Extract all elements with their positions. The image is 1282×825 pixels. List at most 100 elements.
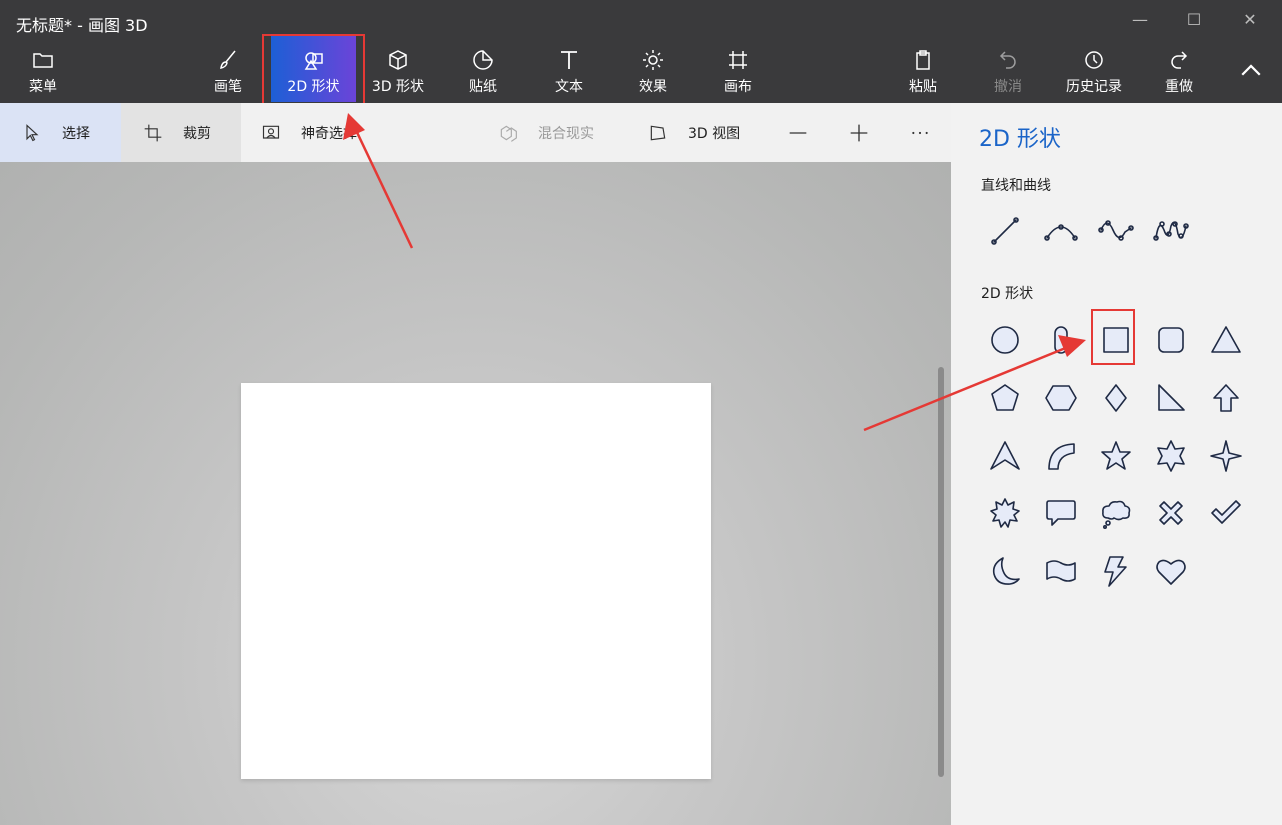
view-3d-button[interactable]: 3D 视图 [648,103,768,162]
close-icon[interactable]: ✕ [1238,10,1262,29]
tab-2d-shapes-label: 2D 形状 [287,79,340,95]
star-6-shape[interactable] [1149,434,1193,478]
magic-select-icon [262,125,280,139]
curve-shape[interactable] [1039,209,1083,253]
lines-section-title: 直线和曲线 [981,178,1051,194]
burst-shape[interactable] [983,491,1027,535]
wave-curve-shape[interactable] [1149,209,1193,253]
history-button[interactable]: 历史记录 [1058,36,1130,102]
clipboard-icon [916,50,930,70]
arrow-up-shape[interactable] [1204,376,1248,420]
zoom-in-button[interactable] [849,103,873,162]
rounded-square-shape[interactable] [1149,318,1193,362]
sticker-icon [473,50,493,70]
thought-bubble-icon [1102,500,1131,529]
heart-shape[interactable] [1149,549,1193,593]
star-5-shape[interactable] [1094,434,1138,478]
arrow-up-icon [1213,384,1239,412]
magic-select-label: 神奇选择 [301,125,357,142]
redo-icon [1171,51,1188,69]
more-options-button[interactable] [910,103,934,162]
s-curve-icon [1098,220,1134,241]
banner-shape[interactable] [1039,549,1083,593]
line-shape[interactable] [983,209,1027,253]
thought-bubble-shape[interactable] [1094,491,1138,535]
crop-label: 裁剪 [183,125,211,142]
pentagon-icon [991,384,1019,411]
right-triangle-icon [1158,384,1185,411]
check-mark-shape[interactable] [1204,491,1248,535]
triangle-icon [1211,326,1241,353]
secondary-toolbar: 选择 裁剪 神奇选择 混合现实 3D 视图 [0,103,951,162]
mixed-reality-button[interactable]: 混合现实 [498,103,618,162]
tab-canvas-label: 画布 [724,79,752,95]
tab-brushes-label: 画笔 [214,79,242,95]
six-point-star-icon [1157,440,1185,472]
select-tool[interactable]: 选择 [0,103,121,162]
text-icon [561,51,577,69]
cube-icon [389,50,407,70]
undo-button[interactable]: 撤消 [977,36,1039,102]
arc-icon [1048,443,1075,470]
x-mark-shape[interactable] [1149,491,1193,535]
drawing-canvas[interactable] [241,383,711,779]
collapse-ribbon-button[interactable] [1236,56,1266,86]
diamond-shape[interactable] [1094,376,1138,420]
rounded-square-icon [1158,327,1184,353]
hexagon-shape[interactable] [1039,376,1083,420]
tab-canvas[interactable]: 画布 [707,36,769,102]
wave-curve-icon [1153,221,1189,241]
star-4-shape[interactable] [1204,434,1248,478]
tab-effects-label: 效果 [639,79,667,95]
speech-bubble-shape[interactable] [1039,491,1083,535]
zoom-out-button[interactable] [788,103,812,162]
tab-brushes[interactable]: 画笔 [196,36,260,102]
tab-effects[interactable]: 效果 [622,36,684,102]
mixed-reality-label: 混合现实 [538,125,594,142]
tab-3d-shapes-label: 3D 形状 [371,79,425,95]
mixed-reality-icon [500,125,517,142]
tab-2d-shapes[interactable]: 2D 形状 [271,36,356,102]
workspace[interactable] [0,162,951,825]
square-shape[interactable] [1094,318,1138,362]
pill-shape[interactable] [1039,318,1083,362]
minimize-icon[interactable]: — [1128,10,1152,29]
square-icon [1103,327,1129,353]
redo-button[interactable]: 重做 [1148,36,1210,102]
paste-button[interactable]: 粘贴 [892,36,954,102]
tab-stickers-label: 贴纸 [469,79,497,95]
tab-text[interactable]: 文本 [538,36,600,102]
maximize-icon[interactable]: ☐ [1182,10,1206,29]
ellipsis-icon [912,131,928,134]
brush-icon [220,50,236,69]
magic-select-tool[interactable]: 神奇选择 [241,103,381,162]
line-icon [991,217,1019,245]
vertical-scrollbar[interactable] [938,367,944,777]
banner-icon [1046,560,1076,582]
burst-icon [990,498,1020,528]
right-triangle-shape[interactable] [1149,376,1193,420]
undo-label: 撤消 [994,79,1022,95]
triangle-shape[interactable] [1204,318,1248,362]
canvas-icon [729,51,747,69]
redo-label: 重做 [1165,79,1193,95]
lightning-shape[interactable] [1094,549,1138,593]
s-curve-shape[interactable] [1094,209,1138,253]
folder-icon [33,53,53,68]
tab-3d-shapes[interactable]: 3D 形状 [362,36,434,102]
speech-bubble-icon [1046,500,1076,526]
arrowhead-shape[interactable] [983,434,1027,478]
sun-icon [643,50,663,70]
pentagon-shape[interactable] [983,376,1027,420]
moon-icon [992,557,1020,585]
view-3d-label: 3D 视图 [688,125,741,142]
hexagon-icon [1045,385,1077,411]
plus-icon [850,124,868,141]
lightning-icon [1104,556,1127,587]
circle-shape[interactable] [983,318,1027,362]
crop-tool[interactable]: 裁剪 [121,103,241,162]
arc-shape[interactable] [1039,434,1083,478]
menu-button[interactable]: 菜单 [12,36,74,102]
moon-shape[interactable] [983,549,1027,593]
tab-stickers[interactable]: 贴纸 [452,36,514,102]
